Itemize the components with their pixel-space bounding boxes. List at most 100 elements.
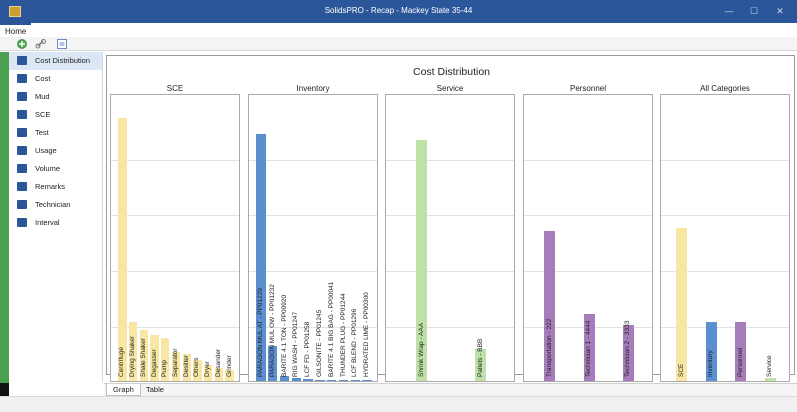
view-tabs: Graph Table	[104, 383, 797, 396]
link-icon[interactable]	[35, 38, 47, 50]
bar	[291, 378, 301, 381]
tab-table[interactable]: Table	[140, 384, 170, 396]
bar	[315, 379, 325, 381]
close-button[interactable]: ✕	[763, 0, 797, 23]
bar-label-text: Others	[193, 357, 201, 377]
bar	[676, 228, 688, 381]
sidebar-item-sce[interactable]: SCE	[9, 106, 102, 124]
sidebar-item-usage[interactable]: Usage	[9, 142, 102, 160]
technician-icon	[17, 200, 27, 209]
sidebar-item-mud[interactable]: Mud	[9, 88, 102, 106]
bar-label-text: Grinder	[225, 355, 233, 377]
bar-label-text: Centrifuge	[118, 347, 126, 377]
bar	[303, 379, 313, 381]
cost-icon	[17, 74, 27, 83]
bar-label-text: HYDRATED LIME - PP00300	[363, 292, 371, 377]
chart-title: Cost Distribution	[412, 66, 491, 78]
panel-title-sce: SCE	[166, 84, 184, 93]
sidebar-item-interval[interactable]: Interval	[9, 214, 102, 232]
bar-label-text: Drying Shaker	[129, 335, 137, 377]
gridline	[661, 215, 789, 217]
sidebar-item-label: SCE	[35, 110, 51, 119]
sidebar-item-label: Volume	[35, 164, 61, 173]
gridline	[249, 271, 377, 273]
bar	[362, 380, 372, 381]
bar	[350, 380, 360, 381]
bar-label-text: Service	[766, 355, 774, 377]
bar-label-text: Shrink Wrap - AAA	[417, 322, 425, 377]
gridline	[249, 215, 377, 217]
left-corner-block	[0, 383, 9, 396]
plot-area: Transportation - 222 Technician 1 - 4444 T…	[523, 94, 653, 382]
bar-label-text: RIG WASH - PP01247	[292, 311, 300, 377]
plot-area: Shrink Wrap - AAA Pallets - BBB	[385, 94, 515, 382]
bar-label-text: Pump	[161, 360, 169, 377]
bar-label-text: SCE	[677, 363, 685, 377]
left-accent-strip	[0, 52, 9, 383]
interval-icon	[17, 218, 27, 227]
sidebar-item-label: Remarks	[35, 182, 66, 191]
gridline	[661, 159, 789, 161]
tab-home[interactable]: Home	[0, 23, 32, 37]
plot-area: Centrifuge Drying Shaker Shale Shaker Degas…	[110, 94, 240, 382]
status-bar	[0, 396, 797, 412]
panel-title-inventory: Inventory	[296, 84, 330, 93]
tab-graph[interactable]: Graph	[106, 384, 141, 396]
window-title: SolidsPRO - Recap - Mackey State 35-44	[324, 6, 473, 15]
view-icon[interactable]	[56, 38, 68, 50]
sidebar-item-label: Test	[35, 128, 49, 137]
bar-label-text: Dryer	[204, 361, 212, 377]
sidebar-item-technician[interactable]: Technician	[9, 196, 102, 214]
gridline	[386, 159, 514, 161]
sidebar-item-volume[interactable]: Volume	[9, 160, 102, 178]
sidebar-item-label: Technician	[35, 200, 71, 209]
bar-label-text: Degasser	[150, 349, 158, 377]
sidebar-item-cost-distribution[interactable]: Cost Distribution	[9, 52, 102, 70]
panel-title-all-categories: All Categories	[700, 84, 750, 93]
bar-label-text: Desander	[214, 348, 222, 377]
bar-label-text: Separator	[172, 348, 179, 377]
add-icon[interactable]	[16, 38, 28, 50]
bar-label-text: LCF FD - PP01258	[304, 321, 312, 377]
sce-grid-icon	[17, 110, 27, 119]
mud-funnel-icon	[17, 92, 27, 101]
bar-label-text: Inventory	[707, 350, 715, 377]
plot-area: PARAGON MUL AT - PP01229 PARAGON MUL OW -…	[248, 94, 378, 382]
remarks-icon	[17, 182, 27, 191]
volume-icon	[17, 164, 27, 173]
bar	[338, 380, 349, 381]
bar	[118, 118, 127, 381]
test-icon	[17, 128, 27, 137]
usage-icon	[17, 146, 27, 155]
sidebar-item-test[interactable]: Test	[9, 124, 102, 142]
bar-label-text: PARAGON MUL AT - PP01229	[256, 288, 264, 377]
bar	[327, 379, 337, 381]
bar-label-text: PARAGON MUL OW - PP01232	[268, 284, 276, 377]
sidebar-item-label: Mud	[35, 92, 50, 101]
sidebar-item-label: Cost Distribution	[35, 56, 91, 65]
sidebar-item-label: Interval	[35, 218, 60, 227]
sidebar: Cost Distribution Cost Mud SCE Test Usage Volu…	[9, 52, 103, 383]
gridline	[386, 215, 514, 217]
title-bar: SolidsPRO - Recap - Mackey State 35-44 —…	[0, 0, 797, 23]
bar-label-text: Pallets - BBB	[476, 338, 484, 377]
cost-distribution-icon	[17, 56, 27, 65]
bar-label-text: Shale Shaker	[139, 337, 147, 377]
bar-label-text: LCF BLEND - PP01296	[351, 308, 359, 377]
gridline	[111, 271, 239, 273]
gridline	[524, 215, 652, 217]
toolbar	[0, 37, 797, 51]
gridline	[111, 215, 239, 217]
panel-title-personnel: Personnel	[569, 84, 607, 93]
bar-label-text: Transportation - 222	[545, 318, 553, 377]
gridline	[249, 159, 377, 161]
sidebar-item-cost[interactable]: Cost	[9, 70, 102, 88]
plot-area: SCE Inventory Personnel Service	[660, 94, 790, 382]
gridline	[111, 159, 239, 161]
main-content: Cost Distribution SCE Centrifuge Drying Sh…	[104, 52, 797, 383]
bar-label-text: Desilter	[182, 354, 190, 377]
ribbon-tabs: Home	[0, 23, 797, 37]
sidebar-item-label: Usage	[35, 146, 57, 155]
chart-panel: Cost Distribution SCE Centrifuge Drying Sh…	[106, 55, 795, 382]
sidebar-item-remarks[interactable]: Remarks	[9, 178, 102, 196]
